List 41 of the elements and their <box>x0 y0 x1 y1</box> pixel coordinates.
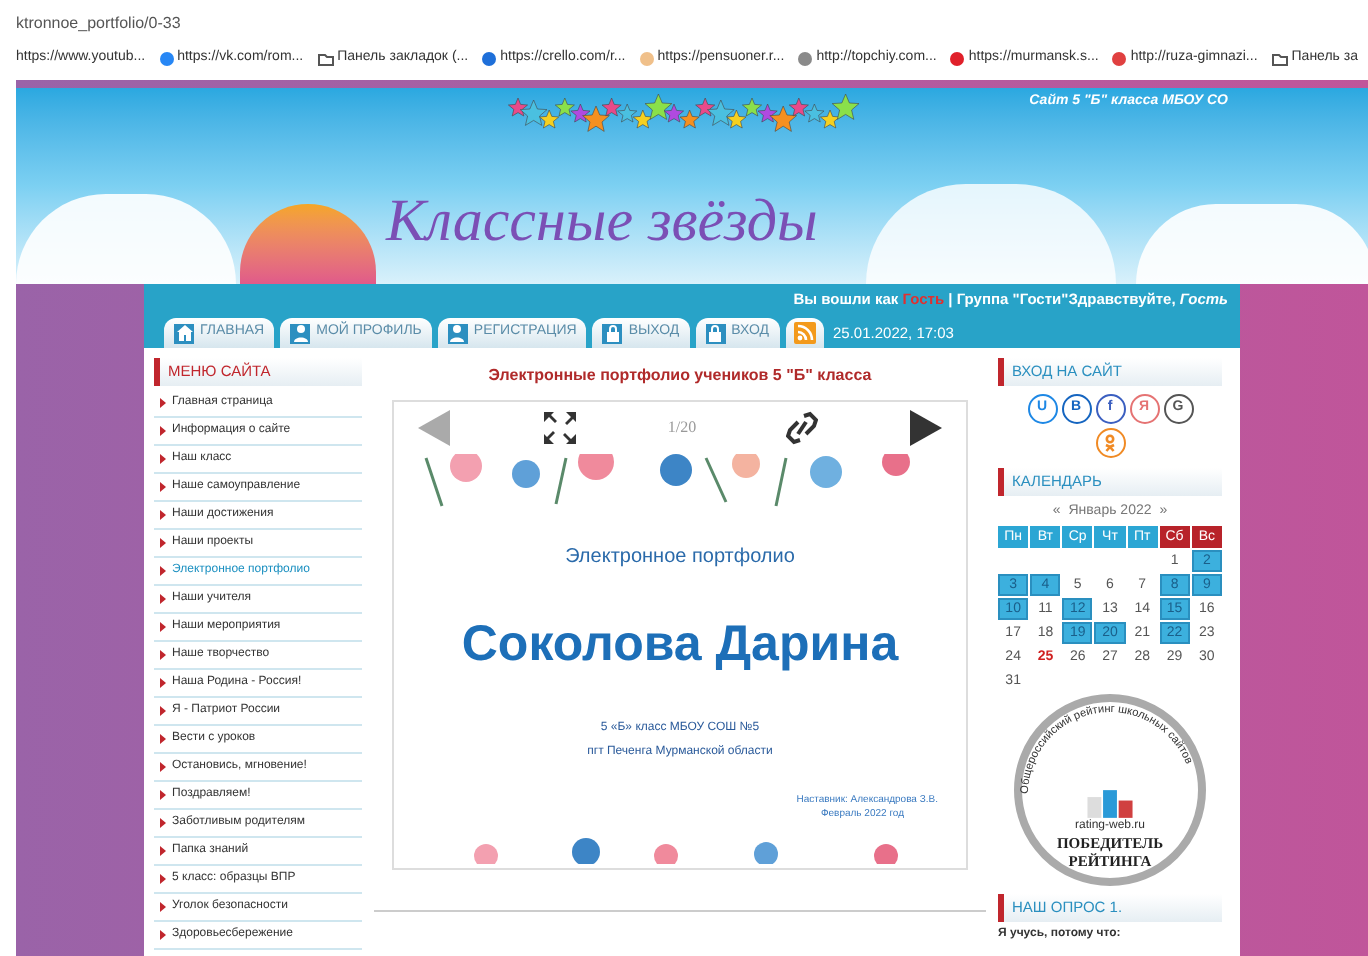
next-arrow-icon[interactable] <box>905 408 946 448</box>
bullet-icon <box>160 902 166 912</box>
address-text: ktronnoe_portfolio/0-33 <box>16 11 183 36</box>
rainbow-hill-drawing <box>240 204 376 284</box>
person-icon <box>1104 434 1116 452</box>
bullet-icon <box>160 790 166 800</box>
student-name: Соколова Дарина <box>461 614 899 676</box>
site-title: Классные звёзды <box>386 186 818 258</box>
bullet-icon <box>160 398 166 408</box>
bullet-icon <box>160 510 166 520</box>
lock-icon <box>705 323 726 343</box>
slide-counter: 1/20 <box>667 416 697 440</box>
bullet-icon <box>160 678 166 688</box>
bullet-icon <box>160 818 166 828</box>
bullet-icon <box>160 846 166 856</box>
bullet-icon <box>160 622 166 632</box>
rss-icon <box>793 322 815 344</box>
bullet-icon <box>160 706 166 716</box>
bullet-icon <box>160 650 166 660</box>
rating-logo-icon <box>1084 789 1136 817</box>
bullet-icon <box>160 594 166 604</box>
home-icon <box>174 323 194 343</box>
fullscreen-icon[interactable] <box>542 410 579 446</box>
bullet-icon <box>160 734 166 744</box>
rss-tab[interactable] <box>785 318 823 348</box>
folder-icon <box>1271 51 1288 65</box>
bullet-icon <box>160 762 166 772</box>
slide-subtitle: Электронное портфолио <box>565 544 795 572</box>
folder-icon <box>317 51 334 65</box>
bullet-icon <box>160 482 166 492</box>
user-icon <box>447 323 468 343</box>
lock-icon <box>602 323 623 343</box>
link-icon[interactable] <box>785 410 818 446</box>
user-icon <box>290 323 311 343</box>
bullet-icon <box>160 930 166 940</box>
bullet-icon <box>160 566 166 576</box>
bullet-icon <box>160 538 166 548</box>
bullet-icon <box>160 426 166 436</box>
page-heading: Электронные портфолио учеников 5 "Б" класса <box>488 364 872 388</box>
bullet-icon <box>160 454 166 464</box>
bullet-icon <box>160 874 166 884</box>
